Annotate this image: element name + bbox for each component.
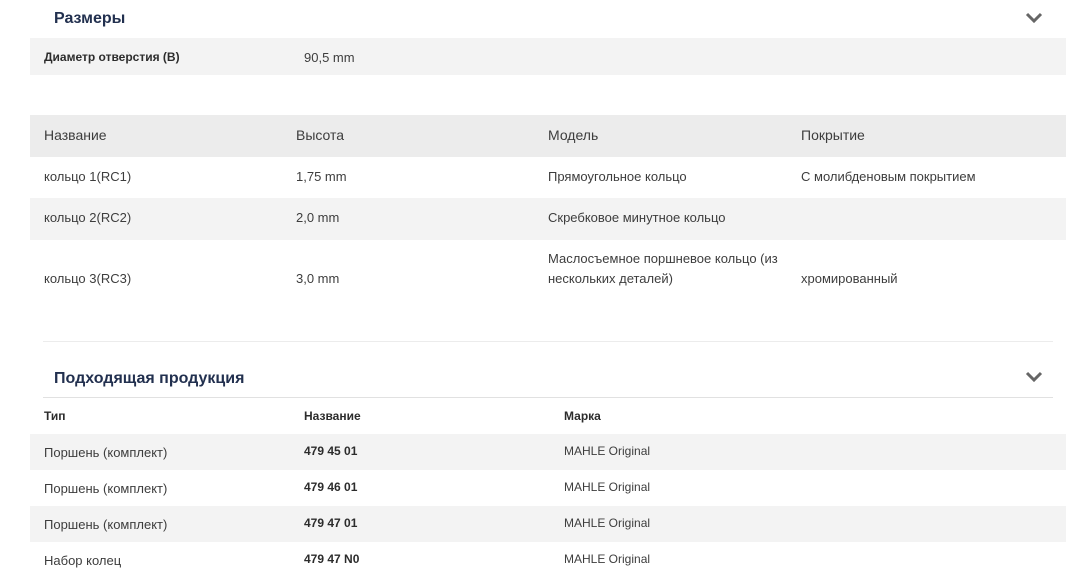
product-brand: MAHLE Original: [564, 516, 651, 530]
dimension-row: Диаметр отверстия (B) 90,5 mm: [30, 38, 1066, 75]
table-row: Поршень (комплект) 479 46 01 MAHLE Origi…: [30, 470, 1066, 506]
product-type: Поршень (комплект): [44, 445, 168, 460]
ring-height: 2,0 mm: [296, 210, 340, 225]
rings-table-header: Название Высота Модель Покрытие: [30, 115, 1066, 157]
product-type: Поршень (комплект): [44, 481, 168, 496]
table-row: Поршень (комплект) 479 45 01 MAHLE Origi…: [30, 434, 1066, 470]
product-brand: MAHLE Original: [564, 444, 651, 458]
product-name-link[interactable]: 479 47 01: [304, 516, 357, 530]
ring-height: 1,75 mm: [296, 169, 347, 184]
table-row: кольцо 3(RC3) 3,0 mm Маслосъемное поршне…: [30, 240, 1066, 318]
chevron-down-icon[interactable]: [1025, 371, 1043, 383]
dimensions-header[interactable]: Размеры: [43, 0, 1053, 39]
products-header-brand: Марка: [564, 409, 601, 423]
product-brand: MAHLE Original: [564, 552, 651, 566]
table-row: кольцо 2(RC2) 2,0 mm Скребковое минутное…: [30, 198, 1066, 240]
ring-height: 3,0 mm: [296, 271, 340, 286]
ring-name: кольцо 2(RC2): [44, 210, 132, 225]
divider: [43, 341, 1053, 342]
dimension-label: Диаметр отверстия (B): [44, 50, 180, 64]
product-type: Поршень (комплект): [44, 517, 168, 532]
products-table-header: Тип Название Марка: [30, 398, 1066, 434]
products-header-type: Тип: [44, 409, 66, 423]
rings-header-height: Высота: [296, 127, 345, 143]
dimension-value: 90,5 mm: [304, 50, 355, 65]
products-header-name: Название: [304, 409, 361, 423]
product-name-link[interactable]: 479 47 N0: [304, 552, 359, 566]
rings-header-coating: Покрытие: [801, 127, 865, 143]
ring-name: кольцо 1(RC1): [44, 169, 132, 184]
ring-coating: С молибденовым покрытием: [801, 169, 976, 184]
table-row: Поршень (комплект) 479 47 01 MAHLE Origi…: [30, 506, 1066, 542]
ring-model: Скребковое минутное кольцо: [548, 210, 726, 225]
products-title: Подходящая продукция: [54, 370, 245, 387]
product-type: Набор колец: [44, 553, 122, 568]
product-name-link[interactable]: 479 46 01: [304, 480, 357, 494]
table-row: кольцо 1(RC1) 1,75 mm Прямоугольное коль…: [30, 157, 1066, 198]
rings-header-name: Название: [44, 127, 107, 143]
ring-model: Прямоугольное кольцо: [548, 169, 687, 184]
product-brand: MAHLE Original: [564, 480, 651, 494]
table-row: Набор колец 479 47 N0 MAHLE Original: [30, 542, 1066, 578]
ring-model-line1: Маслосъемное поршневое кольцо (из: [548, 251, 778, 266]
ring-model-line2: нескольких деталей): [548, 271, 673, 286]
ring-coating: хромированный: [801, 271, 898, 286]
chevron-down-icon[interactable]: [1025, 12, 1043, 24]
dimensions-title: Размеры: [54, 10, 126, 27]
products-header[interactable]: Подходящая продукция: [43, 360, 1053, 398]
ring-name: кольцо 3(RC3): [44, 271, 132, 286]
product-name-link[interactable]: 479 45 01: [304, 444, 357, 458]
rings-header-model: Модель: [548, 127, 599, 143]
